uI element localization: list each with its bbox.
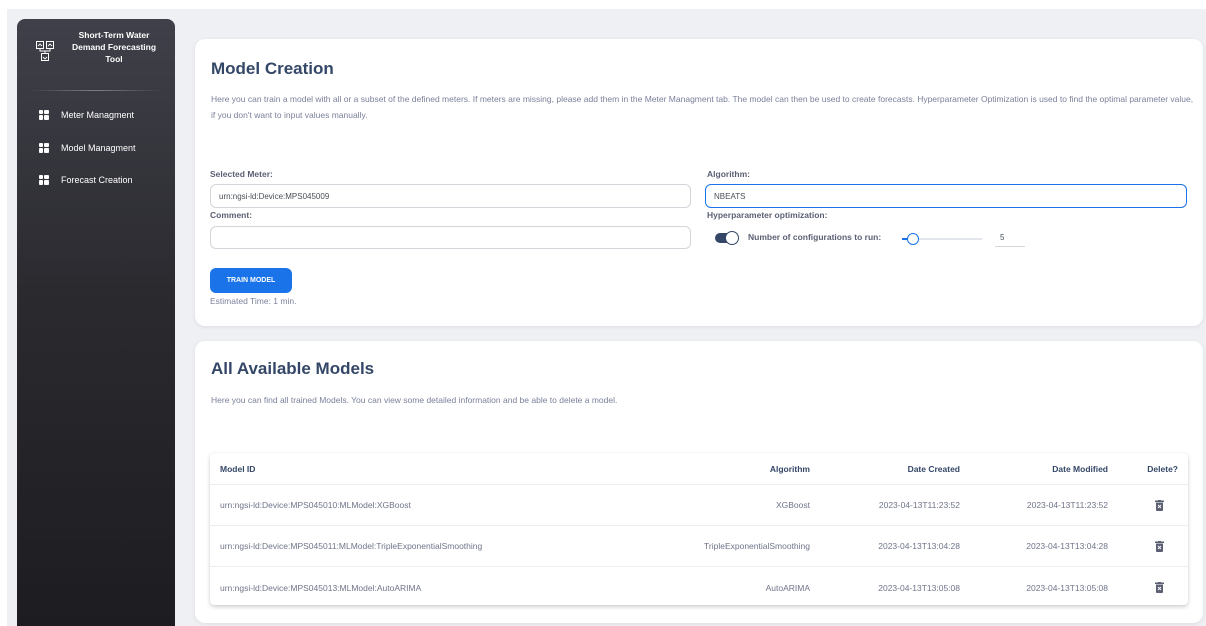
sidebar-item-label: Forecast Creation (61, 175, 133, 185)
model-creation-card: Model Creation Here you can train a mode… (195, 39, 1203, 326)
date-created-cell: 2023-04-13T13:05:08 (878, 582, 960, 593)
hyperparameter-label: Hyperparameter optimization: (707, 210, 828, 220)
sidebar-item-forecast-creation[interactable]: Forecast Creation (31, 169, 165, 191)
delete-button[interactable] (1152, 485, 1166, 525)
date-modified-cell: 2023-04-13T11:23:52 (1026, 500, 1108, 510)
train-model-button[interactable]: TRAIN MODEL (210, 268, 292, 293)
delete-button[interactable] (1152, 567, 1166, 608)
dashboard-icon (39, 143, 49, 153)
algorithm-cell: AutoARIMA (765, 582, 810, 593)
algorithm-cell: TripleExponentialSmoothing (704, 541, 810, 551)
date-modified-cell: 2023-04-13T13:05:08 (1026, 582, 1108, 593)
column-header-delete: Delete? (1147, 463, 1178, 474)
sidebar: Short-Term Water Demand Forecasting Tool… (17, 19, 175, 626)
trash-icon (1154, 499, 1164, 511)
models-description: Here you can find all trained Models. Yo… (211, 395, 618, 405)
table-row[interactable]: urn:ngsi-ld:Device:MPS045011:MLModel:Tri… (210, 526, 1188, 567)
column-header-algorithm[interactable]: Algorithm (770, 453, 810, 484)
models-table: Model ID Algorithm Date Created Date Mod… (210, 453, 1188, 605)
algorithm-label: Algorithm: (707, 169, 750, 179)
models-title: All Available Models (211, 359, 375, 378)
hyperparameter-toggle[interactable] (715, 231, 739, 245)
trash-icon (1154, 540, 1164, 552)
sidebar-item-label: Model Managment (61, 143, 136, 153)
comment-label: Comment: (210, 210, 253, 220)
date-modified-cell: 2023-04-13T13:04:28 (1026, 541, 1108, 551)
column-header-model-id[interactable]: Model ID (220, 453, 255, 484)
model-id-cell: urn:ngsi-ld:Device:MPS045010:MLModel:XGB… (220, 500, 411, 510)
slider-thumb[interactable] (907, 233, 920, 245)
sidebar-divider (29, 90, 163, 91)
model-creation-description: Here you can train a model with all or a… (211, 94, 1194, 120)
selected-meter-input[interactable] (210, 184, 691, 208)
configurations-slider[interactable] (902, 233, 982, 245)
dashboard-icon (39, 110, 49, 120)
selected-meter-label: Selected Meter: (210, 169, 273, 179)
column-header-date-modified[interactable]: Date Modified (1052, 453, 1108, 484)
date-created-cell: 2023-04-13T13:04:28 (878, 541, 960, 551)
sidebar-item-label: Meter Managment (61, 110, 135, 120)
configurations-label: Number of configurations to run: (748, 232, 882, 242)
model-id-cell: urn:ngsi-ld:Device:MPS045013:MLModel:Aut… (220, 582, 422, 593)
app-title: Short-Term Water Demand Forecasting Tool (71, 30, 157, 64)
algorithm-input[interactable] (705, 184, 1187, 208)
diagram-logo-icon (36, 41, 54, 61)
column-header-date-created[interactable]: Date Created (908, 453, 960, 484)
date-created-cell: 2023-04-13T11:23:52 (878, 500, 960, 510)
sidebar-item-meter-managment[interactable]: Meter Managment (31, 104, 165, 126)
brand[interactable]: Short-Term Water Demand Forecasting Tool (17, 25, 175, 87)
comment-input[interactable] (210, 226, 691, 249)
model-id-cell: urn:ngsi-ld:Device:MPS045011:MLModel:Tri… (220, 541, 483, 551)
estimated-time: Estimated Time: 1 min. (210, 296, 297, 306)
algorithm-cell: XGBoost (775, 500, 810, 510)
trash-icon (1154, 582, 1164, 593)
models-card: All Available Models Here you can find a… (195, 341, 1203, 623)
delete-button[interactable] (1152, 526, 1166, 566)
table-header: Model ID Algorithm Date Created Date Mod… (210, 453, 1188, 485)
table-row[interactable]: urn:ngsi-ld:Device:MPS045010:MLModel:XGB… (210, 485, 1188, 526)
model-creation-title: Model Creation (211, 59, 334, 78)
toggle-knob (725, 231, 739, 245)
configurations-value-input[interactable] (995, 229, 1025, 247)
dashboard-icon (39, 175, 49, 185)
sidebar-item-model-managment[interactable]: Model Managment (31, 137, 165, 159)
table-row[interactable]: urn:ngsi-ld:Device:MPS045013:MLModel:Aut… (210, 567, 1188, 608)
